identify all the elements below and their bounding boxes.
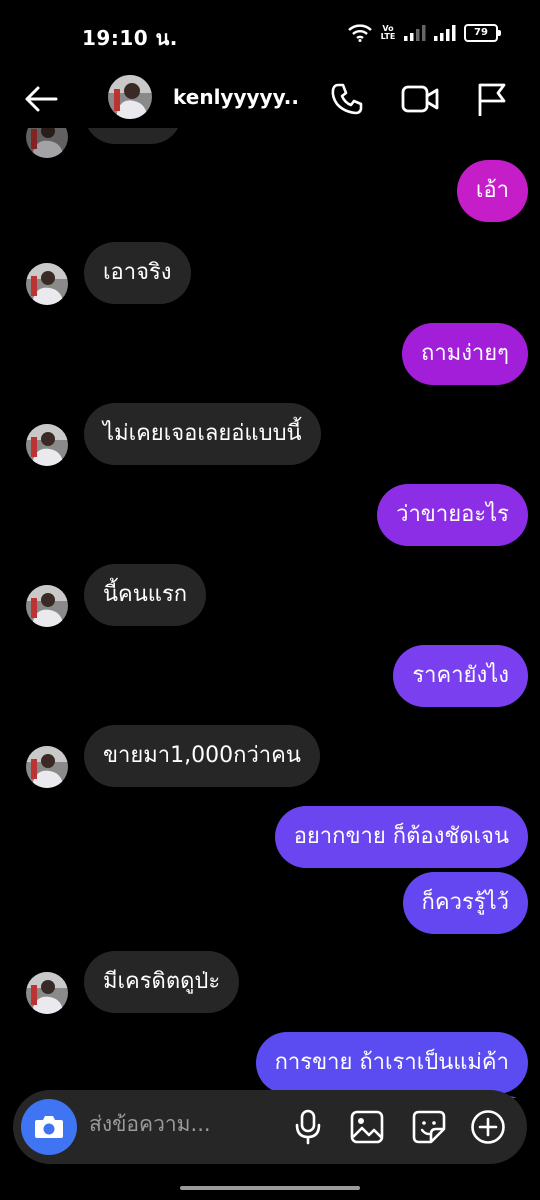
sender-avatar — [26, 128, 68, 158]
more-options-button[interactable] — [468, 1107, 508, 1147]
sender-avatar[interactable] — [26, 585, 68, 627]
message-bubble-outgoing[interactable]: ถามง่ายๆ — [402, 323, 528, 385]
status-icons: Vo LTE 79 — [348, 24, 501, 42]
back-arrow-icon — [25, 86, 58, 112]
gallery-button[interactable] — [347, 1107, 387, 1147]
avatar-image — [26, 585, 68, 627]
battery-indicator: 79 — [464, 24, 501, 42]
signal-icon-2 — [434, 25, 456, 41]
message-bubble-outgoing[interactable]: เอ้า — [456, 160, 528, 222]
video-call-button[interactable] — [398, 78, 442, 120]
voice-call-button[interactable] — [326, 78, 368, 120]
avatar-image — [26, 424, 68, 466]
avatar-image — [26, 128, 68, 158]
avatar-image — [108, 75, 152, 119]
message-bubble-incoming[interactable]: มีเครดิตดูป่ะ — [84, 951, 240, 1013]
video-call-icon — [401, 85, 439, 113]
message-bubble-outgoing[interactable]: ราคายังไง — [393, 645, 528, 707]
message-bubble-incoming[interactable]: นี้คนแรก — [84, 564, 207, 626]
report-button[interactable] — [472, 78, 512, 120]
volte-indicator: Vo LTE — [380, 24, 396, 41]
voice-message-button[interactable] — [288, 1107, 328, 1147]
message-bubble-incoming[interactable]: ไม่เคยเจอเลยอ่แบบนี้ — [84, 403, 321, 465]
contact-avatar[interactable] — [108, 75, 152, 119]
sender-avatar[interactable] — [26, 263, 68, 305]
camera-icon — [35, 1116, 63, 1138]
message-input[interactable] — [89, 1112, 269, 1136]
message-bubble-incoming[interactable]: ขายมา1,000กว่าคน — [84, 725, 320, 787]
contact-name[interactable]: kenlyyyyy... — [173, 85, 299, 109]
back-button[interactable] — [20, 78, 62, 120]
message-bubble-incoming[interactable]: เอาจริง — [84, 242, 191, 304]
camera-button[interactable] — [21, 1099, 77, 1155]
message-bubble-outgoing[interactable]: การขาย ถ้าเราเป็นแม่ค้า — [255, 1032, 528, 1094]
home-indicator[interactable] — [180, 1186, 360, 1190]
avatar-image — [26, 746, 68, 788]
sticker-icon — [412, 1110, 446, 1144]
chat-header: kenlyyyyy... — [0, 70, 540, 128]
sender-avatar[interactable] — [26, 972, 68, 1014]
add-icon — [471, 1110, 505, 1144]
sender-avatar[interactable] — [26, 746, 68, 788]
voice-call-icon — [331, 83, 363, 115]
flag-icon — [478, 83, 506, 116]
avatar-image — [26, 972, 68, 1014]
message-bubble-outgoing[interactable]: อยากขาย ก็ต้องชัดเจน — [274, 806, 528, 868]
avatar-image — [26, 263, 68, 305]
sender-avatar[interactable] — [26, 424, 68, 466]
status-bar: 19:10 น. Vo LTE 79 — [0, 0, 540, 70]
message-composer — [13, 1090, 527, 1164]
message-bubble-partial[interactable] — [84, 128, 182, 144]
wifi-icon — [348, 24, 372, 42]
message-bubble-outgoing[interactable]: ว่าขายอะไร — [377, 484, 528, 546]
status-time: 19:10 น. — [82, 26, 178, 50]
message-thread[interactable]: เอ้า เอาจริง ถามง่ายๆ ไม่เคยเจอเลยอ่แบบน… — [0, 128, 540, 1098]
microphone-icon — [295, 1109, 321, 1145]
signal-icon — [404, 25, 426, 41]
message-bubble-outgoing[interactable]: ก็ควรรู้ไว้ — [402, 872, 528, 934]
gallery-icon — [350, 1110, 384, 1144]
sticker-button[interactable] — [409, 1107, 449, 1147]
